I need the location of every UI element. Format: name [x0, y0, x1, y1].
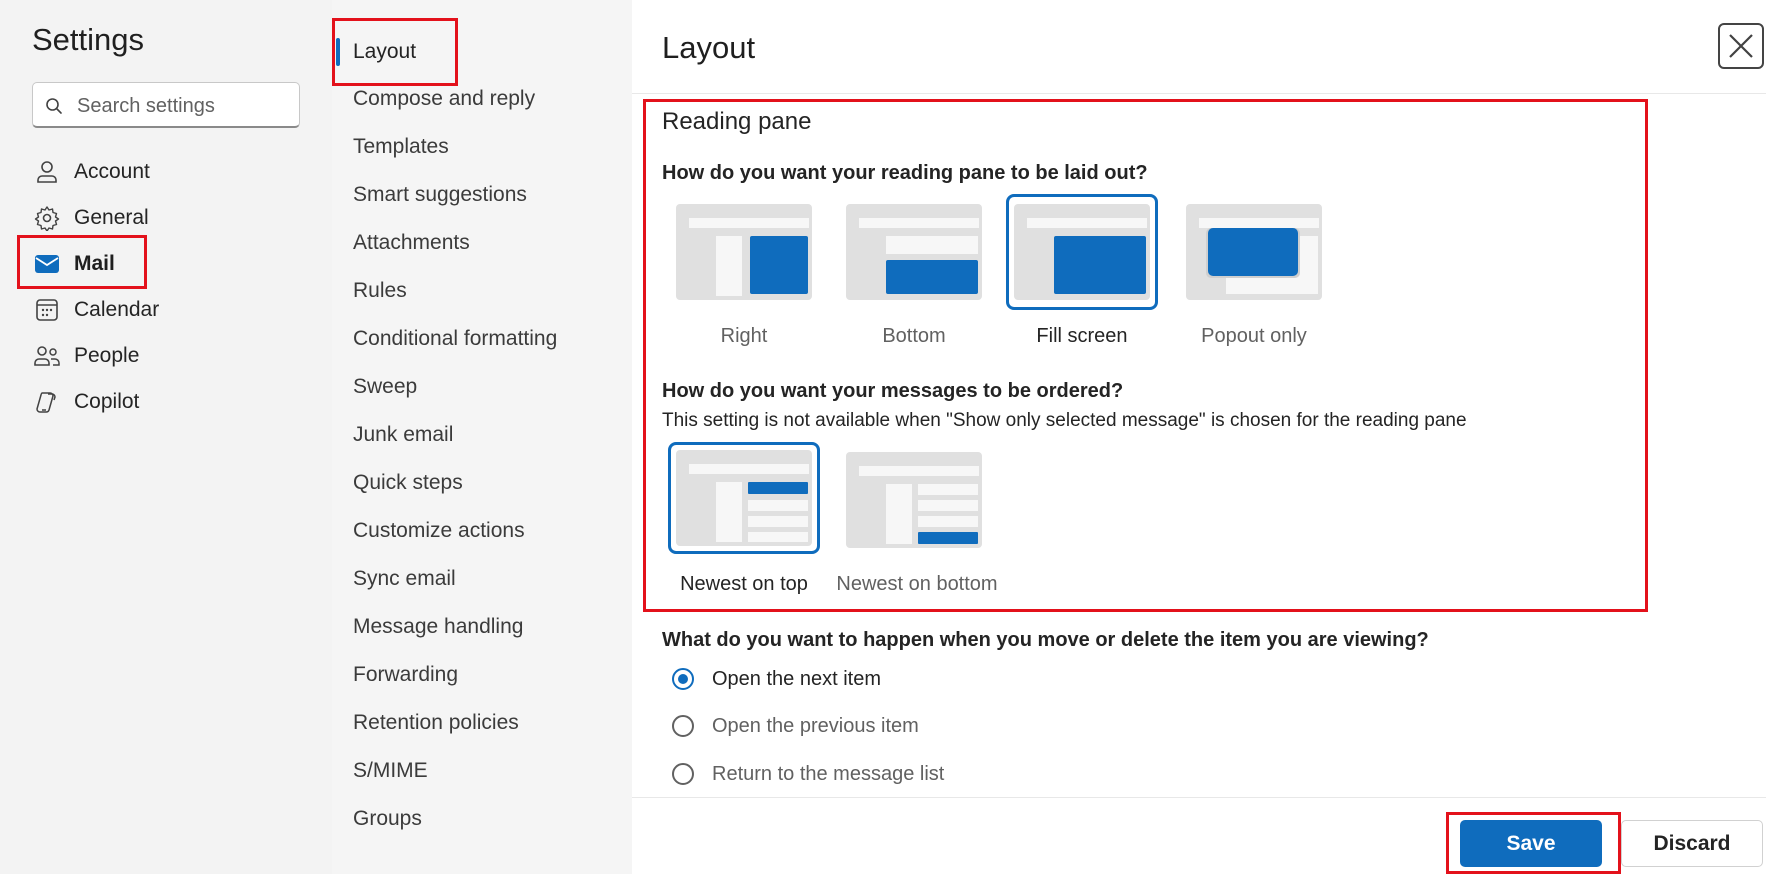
discard-button[interactable]: Discard	[1621, 820, 1763, 867]
newest-on-bottom-thumbnail-icon	[846, 452, 982, 548]
radio-button[interactable]	[672, 763, 694, 785]
subnav-item-forwarding[interactable]: Forwarding	[353, 657, 458, 693]
search-input[interactable]	[75, 91, 294, 121]
subnav-item-attachments[interactable]: Attachments	[353, 225, 470, 261]
layout-option-label-bottom: Bottom	[882, 325, 946, 347]
calendar-icon	[32, 295, 62, 325]
subnav-item-sync-email[interactable]: Sync email	[353, 561, 456, 597]
subnav-item-sweep[interactable]: Sweep	[353, 369, 417, 405]
nav-item-account[interactable]: Account	[32, 152, 150, 192]
layout-bottom-thumbnail-icon	[846, 204, 982, 300]
layout-fill-screen-thumbnail-icon	[1014, 204, 1150, 300]
search-box[interactable]	[32, 82, 300, 128]
order-option-label-newest-on-bottom: Newest on bottom	[836, 573, 998, 595]
order-option-label-newest-on-top: Newest on top	[680, 573, 808, 595]
radio-option-open-next-item[interactable]: Open the next item	[672, 663, 881, 695]
settings-title: Settings	[32, 22, 145, 57]
subnav-item-compose-and-reply[interactable]: Compose and reply	[353, 81, 535, 117]
selected-indicator	[336, 38, 340, 66]
radio-label: Return to the message list	[712, 762, 945, 785]
layout-option-right[interactable]	[670, 196, 818, 308]
mail-icon	[32, 249, 62, 279]
nav-item-label: Account	[74, 160, 150, 183]
nav-item-calendar[interactable]: Calendar	[32, 290, 159, 330]
subnav-item-smart-suggestions[interactable]: Smart suggestions	[353, 177, 527, 213]
layout-option-label-fill-screen: Fill screen	[1036, 325, 1128, 347]
radio-option-return-to-message-list[interactable]: Return to the message list	[672, 758, 944, 790]
subnav-item-layout[interactable]: Layout	[353, 34, 416, 70]
subnav-item-groups[interactable]: Groups	[353, 801, 422, 837]
layout-popout-thumbnail-icon	[1186, 204, 1322, 300]
move-delete-question: What do you want to happen when you move…	[662, 629, 1429, 651]
copilot-icon	[32, 387, 62, 417]
nav-item-label: Copilot	[74, 390, 140, 413]
layout-right-thumbnail-icon	[676, 204, 812, 300]
person-icon	[32, 157, 62, 187]
layout-option-label-right: Right	[720, 325, 768, 347]
radio-button[interactable]	[672, 715, 694, 737]
nav-item-people[interactable]: People	[32, 336, 139, 376]
gear-icon	[32, 203, 62, 233]
order-option-newest-on-bottom[interactable]	[840, 444, 988, 556]
radio-option-open-previous-item[interactable]: Open the previous item	[672, 710, 919, 742]
subnav-item-smime[interactable]: S/MIME	[353, 753, 428, 789]
message-order-note: This setting is not available when "Show…	[662, 410, 1467, 431]
newest-on-top-thumbnail-icon	[676, 450, 812, 546]
page-title: Layout	[662, 30, 756, 65]
reading-pane-layout-question: How do you want your reading pane to be …	[662, 162, 1148, 184]
subnav-item-junk-email[interactable]: Junk email	[353, 417, 453, 453]
nav-item-label: Mail	[74, 252, 115, 275]
nav-item-label: General	[74, 206, 149, 229]
subnav-item-rules[interactable]: Rules	[353, 273, 407, 309]
nav-item-label: Calendar	[74, 298, 160, 321]
radio-button-selected[interactable]	[672, 668, 694, 690]
layout-option-popout-only[interactable]	[1180, 196, 1328, 308]
nav-item-general[interactable]: General	[32, 198, 149, 238]
people-icon	[32, 341, 62, 371]
footer-divider	[632, 797, 1766, 798]
nav-item-copilot[interactable]: Copilot	[32, 382, 139, 422]
subnav-item-templates[interactable]: Templates	[353, 129, 449, 165]
nav-item-mail[interactable]: Mail	[32, 244, 115, 284]
section-title-reading-pane: Reading pane	[662, 108, 812, 135]
radio-label: Open the next item	[712, 667, 881, 690]
layout-option-bottom[interactable]	[840, 196, 988, 308]
order-option-newest-on-top[interactable]	[668, 442, 820, 554]
subnav-item-conditional-formatting[interactable]: Conditional formatting	[353, 321, 557, 357]
header-divider	[632, 93, 1766, 94]
radio-label: Open the previous item	[712, 714, 919, 737]
layout-option-fill-screen[interactable]	[1006, 194, 1158, 310]
subnav-item-message-handling[interactable]: Message handling	[353, 609, 523, 645]
subnav-item-customize-actions[interactable]: Customize actions	[353, 513, 525, 549]
subnav-item-retention-policies[interactable]: Retention policies	[353, 705, 519, 741]
layout-option-label-popout-only: Popout only	[1201, 325, 1307, 347]
search-icon	[46, 98, 62, 114]
subnav-item-quick-steps[interactable]: Quick steps	[353, 465, 463, 501]
save-button[interactable]: Save	[1460, 820, 1602, 867]
settings-sidebar	[0, 0, 332, 874]
close-button[interactable]	[1718, 23, 1764, 69]
close-icon	[1729, 34, 1753, 58]
nav-item-label: People	[74, 344, 140, 367]
message-order-question: How do you want your messages to be orde…	[662, 380, 1124, 402]
